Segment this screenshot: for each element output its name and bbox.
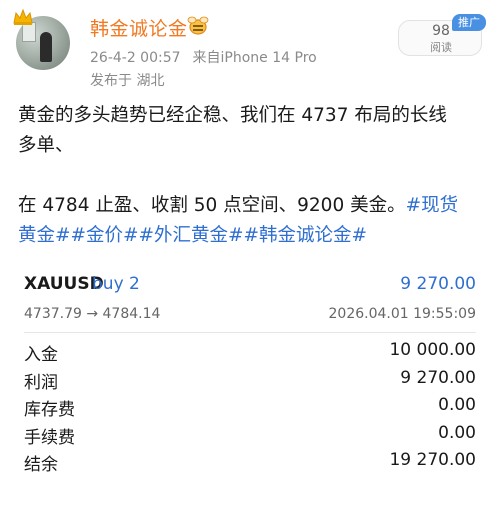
post-header: 韩金诚论金 26-4-2 00:57 来自iPhone 14 Pro 发布于 湖北…	[0, 0, 500, 96]
summary-value: 0.00	[438, 395, 476, 415]
post-meta: 26-4-2 00:57 来自iPhone 14 Pro	[90, 47, 317, 67]
vip-bee-icon	[187, 16, 209, 35]
summary-value: 10 000.00	[389, 340, 476, 360]
summary-label: 库存费	[24, 400, 75, 420]
summary-label: 入金	[24, 345, 58, 365]
content-text: 多单、	[18, 135, 74, 156]
summary-row-balance: 结余 19 270.00	[24, 450, 476, 478]
crown-icon	[13, 8, 33, 25]
summary-row-commission: 手续费 0.00	[24, 423, 476, 451]
summary-label: 利润	[24, 372, 58, 393]
read-label: 阅读	[430, 41, 452, 54]
trade-prices: 4737.79 → 4784.14	[24, 306, 161, 322]
summary-value: 9 270.00	[400, 367, 476, 388]
promo-badge[interactable]: 推广	[452, 14, 486, 31]
trade-timestamp: 2026.04.01 19:55:09	[328, 306, 477, 322]
post-source: 来自iPhone 14 Pro	[192, 50, 317, 66]
weibo-post: 韩金诚论金 26-4-2 00:57 来自iPhone 14 Pro 发布于 湖北…	[0, 0, 500, 526]
summary-value: 19 270.00	[389, 450, 476, 470]
content-line: 黄金的多头趋势已经企稳、我们在 4737 布局的长线	[18, 101, 488, 131]
summary-label: 手续费	[24, 427, 75, 448]
hashtag-link-author[interactable]: #韩金诚论金#	[244, 225, 368, 246]
hashtag-link-spot-gold[interactable]: #现货	[406, 195, 459, 216]
username-link[interactable]: 韩金诚论金	[90, 14, 188, 41]
content-line: 黄金##金价##外汇黄金##韩金诚论金#	[18, 221, 488, 251]
summary-row-swap: 库存费 0.00	[24, 395, 476, 423]
trade-profit: 9 270.00	[400, 274, 476, 294]
account-summary: 入金 10 000.00 利润 9 270.00 库存费 0.00 手续费 0.…	[24, 340, 476, 478]
post-content: 黄金的多头趋势已经企稳、我们在 4737 布局的长线 多单、 在 4784 止盈…	[18, 101, 488, 251]
summary-row-deposit: 入金 10 000.00	[24, 340, 476, 368]
content-text: 在 4784 止盈、收割 50 点空间、9200 美金。	[18, 195, 406, 216]
hashtag-link-forex-gold[interactable]: #外汇黄金#	[139, 225, 244, 246]
avatar-figure	[40, 32, 52, 62]
post-location: 发布于 湖北	[90, 73, 165, 89]
post-date: 26-4-2 00:57	[90, 50, 181, 66]
hashtag-link-gold-price[interactable]: #金价#	[71, 225, 139, 246]
summary-value: 0.00	[438, 422, 476, 443]
trade-side: buy 2	[92, 274, 140, 294]
hashtag-link-spot-gold-cont[interactable]: 黄金#	[18, 225, 71, 246]
content-text: 黄金的多头趋势已经企稳、我们在 4737 布局的长线	[18, 105, 447, 126]
divider	[24, 332, 476, 333]
content-line: 多单、	[18, 131, 488, 161]
summary-row-profit: 利润 9 270.00	[24, 368, 476, 396]
summary-label: 结余	[24, 455, 58, 475]
avatar-container[interactable]	[12, 8, 74, 70]
content-line: 在 4784 止盈、收割 50 点空间、9200 美金。#现货	[18, 191, 488, 221]
